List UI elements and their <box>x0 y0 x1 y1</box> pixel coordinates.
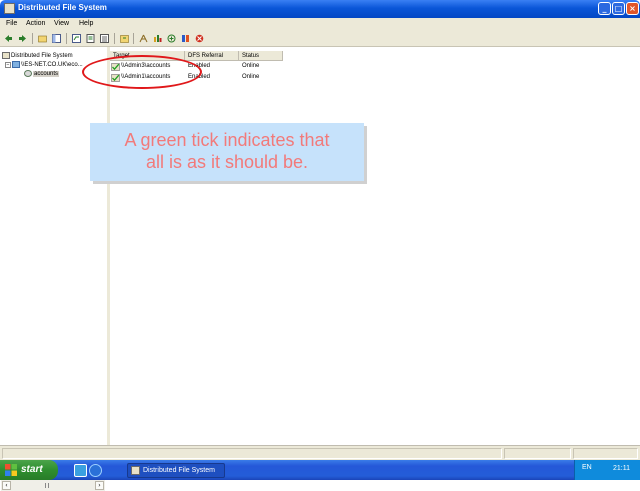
title-bar: Distributed File System _ □ × <box>0 0 640 18</box>
taskbar: start Distributed File System EN 21:11 <box>0 460 640 480</box>
refresh-icon[interactable] <box>72 34 81 43</box>
toolbar-separator <box>66 33 67 44</box>
column-header-status[interactable]: Status <box>239 51 283 61</box>
tutorial-callout: A green tick indicates that all is as it… <box>90 123 364 181</box>
toolbar <box>0 31 640 47</box>
tree-item-root-label: Distributed File System <box>11 53 73 60</box>
clock[interactable]: 21:11 <box>613 465 630 472</box>
tree-item-root[interactable]: Distributed File System <box>2 52 73 59</box>
namespace-icon <box>12 61 20 68</box>
toolbar-separator <box>133 33 134 44</box>
taskbar-button-dfs[interactable]: Distributed File System <box>127 463 225 478</box>
tree-item-accounts[interactable]: accounts <box>24 70 60 78</box>
back-icon[interactable] <box>4 34 13 43</box>
target-list: Target DFS Referral Status \\Admin3\acco… <box>110 47 640 445</box>
show-desktop-icon[interactable] <box>74 464 87 477</box>
tree-item-namespace[interactable]: − \\ES-NET.CO.UK\eco... <box>5 61 83 68</box>
new-link-icon[interactable] <box>153 34 162 43</box>
console-tree: Distributed File System − \\ES-NET.CO.UK\… <box>0 47 108 491</box>
up-folder-icon[interactable] <box>38 34 47 43</box>
status-bar-pane <box>504 448 571 459</box>
menu-bar: File Action View Help <box>0 18 640 32</box>
callout-line-1: A green tick indicates that <box>124 130 330 150</box>
start-button[interactable]: start <box>0 460 58 480</box>
menu-help[interactable]: Help <box>79 20 93 27</box>
close-button[interactable]: × <box>626 2 639 15</box>
status-bar <box>0 445 640 461</box>
online-status: Online <box>242 63 260 69</box>
callout-text: A green tick indicates that all is as it… <box>90 129 364 173</box>
dfs-app-icon <box>131 466 140 475</box>
windows-logo-icon <box>5 464 17 476</box>
status-bar-pane <box>573 448 638 459</box>
tree-item-accounts-label: accounts <box>33 71 60 78</box>
start-label: start <box>21 464 43 475</box>
toolbar-separator <box>32 33 33 44</box>
window-title: Distributed File System <box>18 3 107 12</box>
dfs-link-icon <box>24 70 32 77</box>
export-list-icon[interactable] <box>100 34 109 43</box>
callout-line-2: all is as it should be. <box>145 152 309 172</box>
forward-icon[interactable] <box>18 34 27 43</box>
add-target-icon[interactable] <box>167 34 176 43</box>
remove-icon[interactable] <box>195 34 204 43</box>
properties-icon[interactable] <box>86 34 95 43</box>
status-icon[interactable] <box>181 34 190 43</box>
status-bar-pane <box>2 448 502 459</box>
column-header-dfs-referral[interactable]: DFS Referral <box>185 51 239 61</box>
dfs-root-icon <box>2 52 10 59</box>
maximize-button[interactable]: □ <box>612 2 625 15</box>
online-status: Online <box>242 74 260 80</box>
scroll-thumb[interactable] <box>45 483 49 488</box>
scroll-right-button[interactable]: › <box>95 481 104 490</box>
minimize-button[interactable]: _ <box>598 2 611 15</box>
menu-file[interactable]: File <box>6 20 17 27</box>
dfs-app-icon <box>4 3 15 14</box>
scroll-left-button[interactable]: ‹ <box>2 481 11 490</box>
help-icon[interactable] <box>120 34 129 43</box>
menu-view[interactable]: View <box>54 20 69 27</box>
menu-action[interactable]: Action <box>26 20 45 27</box>
new-root-icon[interactable] <box>139 34 148 43</box>
collapse-toggle-icon[interactable]: − <box>5 61 11 68</box>
tree-item-namespace-label: \\ES-NET.CO.UK\eco... <box>21 62 83 69</box>
toolbar-separator <box>114 33 115 44</box>
show-hide-tree-icon[interactable] <box>52 34 61 43</box>
tree-horizontal-scrollbar[interactable]: ‹ › <box>1 479 105 491</box>
internet-explorer-icon[interactable] <box>89 464 102 477</box>
taskbar-button-label: Distributed File System <box>143 467 215 474</box>
red-highlight-ellipse <box>82 55 202 89</box>
language-indicator[interactable]: EN <box>582 464 592 471</box>
